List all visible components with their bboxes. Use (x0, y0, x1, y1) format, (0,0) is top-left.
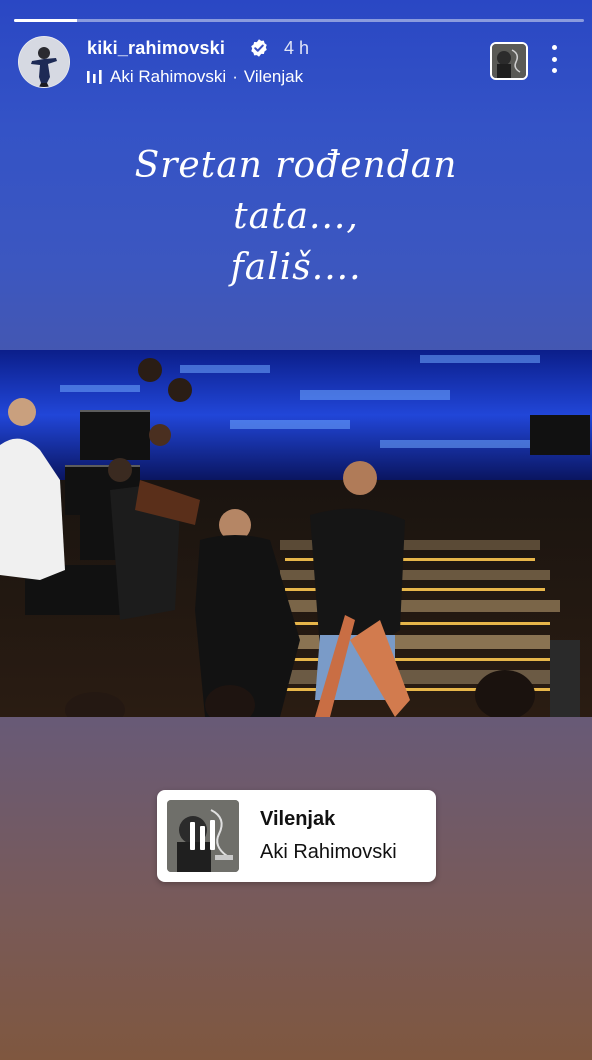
verified-badge-icon (251, 39, 267, 57)
music-separator: · (232, 67, 238, 86)
music-artist: Aki Rahimovski (110, 67, 227, 86)
time-ago: 4 h (284, 38, 310, 58)
story-header: kiki_rahimovski 4 h Aki Rahimovski · Vil… (18, 36, 578, 92)
sticker-song-title: Vilenjak (260, 808, 336, 830)
concert-photo (0, 350, 592, 717)
story-progress-fill (14, 19, 77, 22)
caption-line-2: tata..., (233, 196, 359, 237)
music-attribution[interactable]: Aki Rahimovski · Vilenjak (86, 66, 303, 88)
sticker-artist-name: Aki Rahimovski (260, 841, 397, 863)
music-bars-icon (87, 70, 102, 84)
caption-line-1: Sretan rođendan (134, 145, 458, 186)
sticker-album-art (167, 800, 239, 872)
caption-line-3: fališ.... (230, 247, 362, 288)
story-viewer[interactable]: kiki_rahimovski 4 h Aki Rahimovski · Vil… (0, 0, 592, 1060)
music-sticker[interactable]: Vilenjak Aki Rahimovski (157, 790, 436, 882)
username[interactable]: kiki_rahimovski (87, 38, 225, 59)
avatar[interactable] (18, 36, 70, 88)
more-vertical-icon[interactable] (544, 45, 564, 73)
music-album-thumbnail[interactable] (490, 42, 528, 80)
music-song: Vilenjak (243, 67, 304, 86)
story-progress-bar (14, 19, 584, 22)
story-caption: Sretan rođendan tata..., fališ.... (0, 140, 592, 293)
